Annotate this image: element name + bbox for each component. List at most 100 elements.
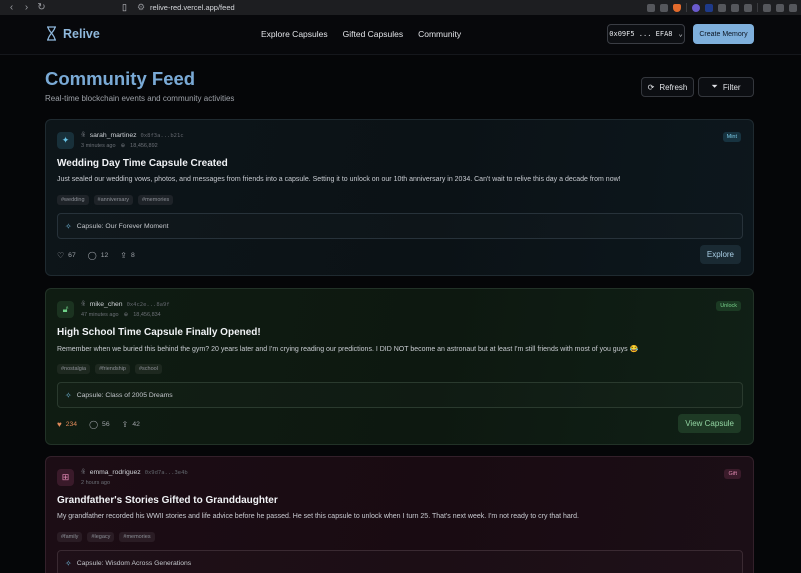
share-button[interactable]: ⇪ 42 xyxy=(122,420,140,429)
explore-button[interactable]: Explore xyxy=(699,245,741,264)
wallet-button[interactable]: 0x09F5 ... EFA8 ⌄ xyxy=(607,24,685,44)
reader-icon[interactable] xyxy=(647,3,655,12)
share-count: 42 xyxy=(132,421,140,428)
tag-list: #family #legacy #memories xyxy=(57,532,155,542)
back-icon[interactable]: ‹ xyxy=(7,0,16,15)
tag-list: #nostalgia #friendship #school xyxy=(57,364,162,374)
like-button[interactable]: ♡ 67 xyxy=(57,251,76,260)
brand-logo[interactable]: Relive xyxy=(46,26,100,41)
nav-gifted-capsules[interactable]: Gifted Capsules xyxy=(343,29,403,39)
bookmark-icon[interactable]: ▯ xyxy=(122,2,127,13)
post-time: 47 minutes ago xyxy=(81,312,119,318)
tag[interactable]: #legacy xyxy=(87,532,115,542)
extension-icon[interactable] xyxy=(692,3,700,12)
sidebar-icon[interactable] xyxy=(763,3,771,12)
app-header: Relive Explore Capsules Gifted Capsules … xyxy=(0,15,801,55)
post-time: 2 hours ago xyxy=(81,480,111,486)
user-icon: ꆜ xyxy=(81,470,86,476)
forward-icon[interactable]: › xyxy=(22,0,31,15)
post-meta: 2 hours ago xyxy=(81,480,110,486)
tag[interactable]: #family xyxy=(57,532,83,542)
post-author: ꆜ sarah_martinez 0x8f3a...b21c xyxy=(81,132,184,139)
share-icon[interactable] xyxy=(660,3,668,12)
tag[interactable]: #nostalgia xyxy=(57,364,91,374)
capsule-link[interactable]: ✧ Capsule: Our Forever Moment xyxy=(57,213,743,239)
tag-list: #wedding #anniversary #memories xyxy=(57,195,174,205)
tag[interactable]: #wedding xyxy=(57,195,89,205)
sparkle-icon: ✦ xyxy=(57,132,74,149)
site-settings-icon[interactable]: ⚙ xyxy=(137,2,145,13)
extension-icon[interactable] xyxy=(731,3,739,12)
wallet-address: 0x4c2e...8a9f xyxy=(126,302,170,308)
feed-card: ⊞ ꆜ emma_rodriguez 0x9d7a...3e4b 2 hours… xyxy=(45,456,754,573)
block-icon: ⊕ xyxy=(123,312,129,318)
post-title: Grandfather's Stories Gifted to Granddau… xyxy=(57,495,278,506)
refresh-icon: ⟳ xyxy=(647,82,655,92)
tag[interactable]: #friendship xyxy=(95,364,130,374)
capsule-name: Capsule: Class of 2005 Dreams xyxy=(76,391,173,399)
like-button[interactable]: ♥ 234 xyxy=(57,420,77,429)
brand-name: Relive xyxy=(63,26,100,41)
heart-icon: ♡ xyxy=(57,251,65,260)
page-subtitle: Real-time blockchain events and communit… xyxy=(45,94,235,103)
capsule-name: Capsule: Our Forever Moment xyxy=(76,222,169,230)
hourglass-icon xyxy=(46,26,57,41)
feed-card: 🔓︎ ꆜ mike_chen 0x4c2e...8a9f 47 minutes … xyxy=(45,288,754,445)
nav-community[interactable]: Community xyxy=(418,29,461,39)
user-icon: ꆜ xyxy=(81,133,86,139)
heart-icon: ♥ xyxy=(57,420,62,429)
post-body: My grandfather recorded his WWII stories… xyxy=(57,513,579,520)
event-badge: Gift xyxy=(724,469,741,479)
post-meta: 3 minutes ago ⊕ 18,456,892 xyxy=(81,143,158,149)
extension-icon[interactable] xyxy=(744,3,752,12)
post-author: ꆜ emma_rodriguez 0x9d7a...3e4b xyxy=(81,469,188,476)
create-memory-button[interactable]: Create Memory xyxy=(693,24,754,44)
menu-icon[interactable] xyxy=(789,3,797,12)
address-bar[interactable]: relive-red.vercel.app/feed xyxy=(150,3,235,12)
share-count: 8 xyxy=(130,252,135,259)
extension-icon[interactable] xyxy=(705,3,713,12)
tag[interactable]: #school xyxy=(135,364,162,374)
tag[interactable]: #memories xyxy=(119,532,155,542)
username[interactable]: sarah_martinez xyxy=(90,132,137,139)
capsule-name: Capsule: Wisdom Across Generations xyxy=(76,559,192,567)
sparkle-icon: ✧ xyxy=(65,558,72,568)
nav-explore-capsules[interactable]: Explore Capsules xyxy=(261,29,328,39)
comment-count: 56 xyxy=(102,421,110,428)
pen-icon[interactable] xyxy=(776,3,784,12)
brave-shield-icon[interactable] xyxy=(673,3,681,12)
sparkle-icon: ✧ xyxy=(65,390,72,400)
like-count: 234 xyxy=(65,421,78,428)
comment-icon: ◯ xyxy=(89,420,99,429)
view-capsule-button[interactable]: View Capsule xyxy=(678,414,741,433)
post-body: Just sealed our wedding vows, photos, an… xyxy=(57,176,621,183)
block-number: 18,456,892 xyxy=(130,143,158,149)
unlock-icon: 🔓︎ xyxy=(57,301,74,318)
post-body: Remember when we buried this behind the … xyxy=(57,346,639,353)
capsule-link[interactable]: ✧ Capsule: Class of 2005 Dreams xyxy=(57,382,743,408)
share-icon: ⇪ xyxy=(121,420,129,429)
wallet-address: 0x09F5 ... EFA8 xyxy=(609,30,673,38)
share-button[interactable]: ⇪ 8 xyxy=(120,251,134,260)
tag[interactable]: #memories xyxy=(138,195,174,205)
filter-button[interactable]: ⏷ Filter xyxy=(698,77,754,97)
username[interactable]: mike_chen xyxy=(90,301,123,308)
username[interactable]: emma_rodriguez xyxy=(90,469,141,476)
tag[interactable]: #anniversary xyxy=(93,195,134,205)
extension-icon[interactable] xyxy=(718,3,726,12)
user-icon: ꆜ xyxy=(81,302,86,308)
filter-icon: ⏷ xyxy=(711,82,718,91)
reload-icon[interactable]: ↻ xyxy=(37,0,46,15)
block-icon: ⊕ xyxy=(120,143,126,149)
wallet-address: 0x8f3a...b21c xyxy=(140,133,184,139)
event-badge: Mint xyxy=(722,132,741,142)
wallet-address: 0x9d7a...3e4b xyxy=(144,470,188,476)
refresh-button[interactable]: ⟳ Refresh xyxy=(641,77,694,97)
feed-card: ✦ ꆜ sarah_martinez 0x8f3a...b21c 3 minut… xyxy=(45,119,754,276)
comment-button[interactable]: ◯ 56 xyxy=(89,420,110,429)
capsule-link[interactable]: ✧ Capsule: Wisdom Across Generations xyxy=(57,550,743,573)
post-meta: 47 minutes ago ⊕ 18,456,834 xyxy=(81,312,161,318)
post-title: Wedding Day Time Capsule Created xyxy=(57,158,228,169)
comment-button[interactable]: ◯ 12 xyxy=(88,251,109,260)
share-icon: ⇪ xyxy=(120,251,127,260)
